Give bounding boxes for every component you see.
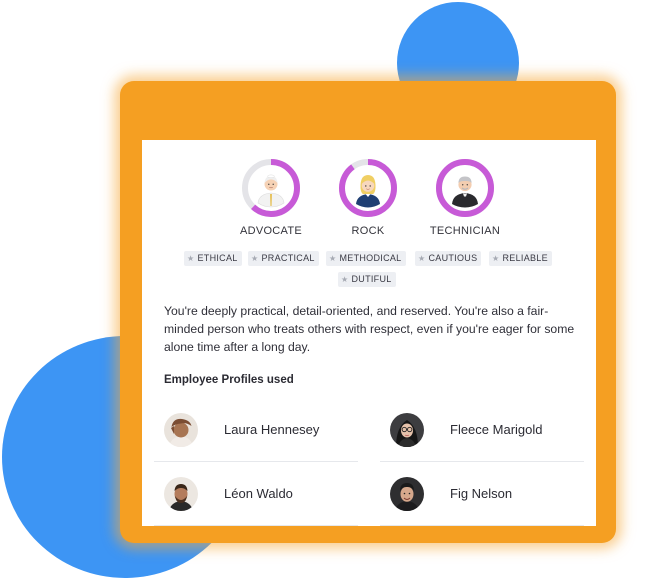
advocate-avatar-icon — [251, 168, 291, 208]
persona-card: ADVOCATE ROCK TECHNICIAN ★ ETHICAL ★ PRA… — [142, 140, 596, 526]
technician-avatar-icon — [445, 168, 485, 208]
employee-name: Fig Nelson — [450, 486, 513, 501]
avatar-photo-icon — [164, 413, 198, 447]
persona-advocate[interactable]: ADVOCATE — [226, 158, 316, 237]
persona-rock-ring — [339, 159, 397, 217]
employee-card-leon-waldo[interactable]: Léon Waldo — [148, 462, 358, 526]
trait-tag-label: RELIABLE — [502, 253, 548, 263]
persona-row: ADVOCATE ROCK TECHNICIAN — [142, 158, 596, 242]
divider — [380, 525, 584, 526]
persona-technician-ring — [436, 159, 494, 217]
persona-label: TECHNICIAN — [429, 225, 501, 237]
divider — [154, 525, 358, 526]
trait-tag-label: ETHICAL — [197, 253, 238, 263]
trait-tags: ★ ETHICAL ★ PRACTICAL ★ METHODICAL ★ CAUTIOU… — [142, 251, 596, 293]
trait-tag-methodical: ★ METHODICAL — [326, 251, 406, 266]
star-icon: ★ — [418, 254, 426, 263]
employee-name: Laura Hennesey — [224, 422, 320, 437]
employee-card-fleece-marigold[interactable]: Fleece Marigold — [374, 398, 584, 462]
employee-card-fig-nelson[interactable]: Fig Nelson — [374, 462, 584, 526]
employee-avatar — [164, 413, 198, 447]
rock-avatar-icon — [348, 168, 388, 208]
trait-tag-label: CAUTIOUS — [428, 253, 478, 263]
trait-tag-label: PRACTICAL — [261, 253, 315, 263]
employee-avatar — [164, 477, 198, 511]
persona-technician[interactable]: TECHNICIAN — [420, 158, 510, 237]
employee-avatar — [390, 477, 424, 511]
trait-tag-reliable: ★ RELIABLE — [489, 251, 552, 266]
persona-label: ROCK — [351, 225, 385, 237]
trait-tag-dutiful: ★ DUTIFUL — [338, 272, 396, 287]
trait-tag-practical: ★ PRACTICAL — [248, 251, 319, 266]
trait-tag-cautious: ★ CAUTIOUS — [415, 251, 482, 266]
persona-label: ADVOCATE — [239, 225, 303, 237]
star-icon: ★ — [251, 254, 259, 263]
star-icon: ★ — [341, 275, 349, 284]
employee-name: Léon Waldo — [224, 486, 293, 501]
avatar-photo-icon — [390, 413, 424, 447]
star-icon: ★ — [329, 254, 337, 263]
employee-card-laura-hennesey[interactable]: Laura Hennesey — [148, 398, 358, 462]
personality-summary: You're deeply practical, detail-oriented… — [164, 304, 575, 354]
trait-tag-ethical: ★ ETHICAL — [184, 251, 242, 266]
employee-name: Fleece Marigold — [450, 422, 543, 437]
star-icon: ★ — [492, 254, 500, 263]
trait-tag-label: METHODICAL — [339, 253, 402, 263]
trait-tag-label: DUTIFUL — [351, 274, 392, 284]
star-icon: ★ — [187, 254, 195, 263]
employee-avatar — [390, 413, 424, 447]
avatar-photo-icon — [390, 477, 424, 511]
persona-advocate-ring — [242, 159, 300, 217]
persona-rock[interactable]: ROCK — [323, 158, 413, 237]
profiles-section-title: Employee Profiles used — [164, 374, 294, 386]
avatar-photo-icon — [164, 477, 198, 511]
